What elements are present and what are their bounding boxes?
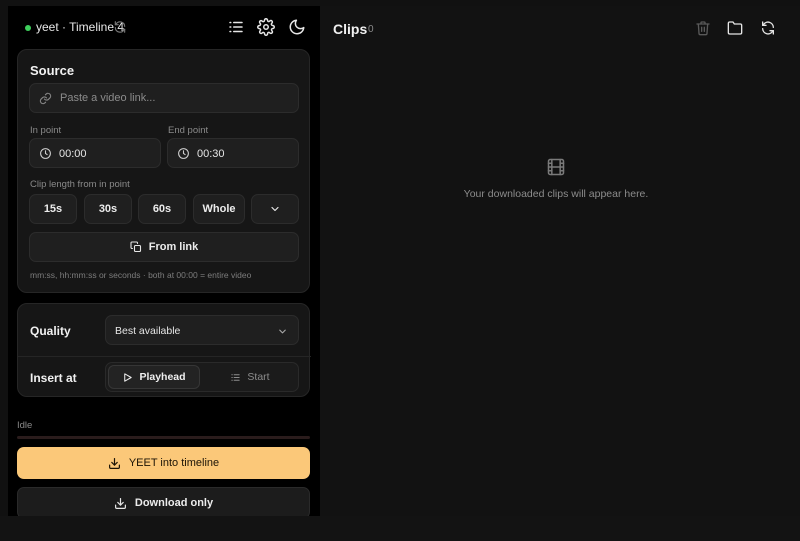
refresh-icon[interactable] xyxy=(113,20,127,34)
trash-icon[interactable] xyxy=(695,20,711,36)
time-format-hint: mm:ss, hh:mm:ss or seconds · both at 00:… xyxy=(30,270,252,280)
insert-playhead-label: Playhead xyxy=(139,371,186,383)
bottom-strip xyxy=(0,516,800,541)
film-icon xyxy=(547,158,565,176)
insert-at-label: Insert at xyxy=(30,371,77,385)
video-link-input[interactable]: Paste a video link... xyxy=(29,83,299,113)
sidebar-panel: yeet · Timeline 4 Source Paste a video l… xyxy=(8,6,320,516)
insert-start-option[interactable]: Start xyxy=(204,365,296,389)
clips-panel: Clips 0 Your downloaded clips will appea… xyxy=(320,6,800,516)
folder-icon[interactable] xyxy=(727,20,743,36)
insert-start-label: Start xyxy=(247,371,270,383)
end-point-field[interactable]: 00:30 xyxy=(167,138,299,168)
sidebar-header: yeet · Timeline 4 xyxy=(8,6,320,48)
download-icon xyxy=(108,457,120,469)
end-point-value: 00:30 xyxy=(197,148,225,160)
refresh-icon[interactable] xyxy=(760,20,776,36)
list-icon[interactable] xyxy=(227,18,245,36)
gear-icon[interactable] xyxy=(257,18,275,36)
in-point-field[interactable]: 00:00 xyxy=(29,138,161,168)
download-only-label: Download only xyxy=(134,497,214,509)
quality-label: Quality xyxy=(30,324,71,338)
clips-count: 0 xyxy=(368,24,374,35)
source-heading: Source xyxy=(30,63,75,78)
quality-value: Best available xyxy=(115,325,181,337)
empty-state-text: Your downloaded clips will appear here. xyxy=(463,188,649,200)
status-dot xyxy=(25,25,31,31)
video-link-placeholder: Paste a video link... xyxy=(60,92,156,104)
in-point-label: In point xyxy=(30,125,62,136)
play-icon xyxy=(124,372,133,382)
in-point-value: 00:00 xyxy=(59,148,87,160)
clock-icon xyxy=(40,148,51,159)
download-only-button[interactable]: Download only xyxy=(17,487,310,516)
preset-whole-button[interactable]: Whole xyxy=(193,194,245,224)
source-card: Source Paste a video link... In point En… xyxy=(17,49,310,293)
clips-title: Clips xyxy=(333,21,368,37)
chevron-down-icon xyxy=(279,329,286,334)
copy-icon xyxy=(130,241,141,253)
link-icon xyxy=(39,92,52,105)
yeet-label: YEET into timeline xyxy=(128,457,220,469)
options-card: Quality Best available Insert at Playhea… xyxy=(17,303,311,397)
app-title: yeet · Timeline 4 xyxy=(36,20,125,34)
insert-at-toggle: Playhead Start xyxy=(105,362,299,392)
preset-60s-button[interactable]: 60s xyxy=(138,194,186,224)
moon-icon[interactable] xyxy=(288,18,306,36)
divider xyxy=(18,356,311,357)
end-point-label: End point xyxy=(168,125,209,136)
list-icon xyxy=(231,373,241,381)
insert-playhead-option[interactable]: Playhead xyxy=(108,365,200,389)
download-icon xyxy=(114,497,126,509)
progress-bar xyxy=(17,436,310,439)
yeet-into-timeline-button[interactable]: YEET into timeline xyxy=(17,447,310,479)
preset-15s-button[interactable]: 15s xyxy=(29,194,77,224)
clip-length-label: Clip length from in point xyxy=(30,179,130,190)
more-presets-button[interactable] xyxy=(251,194,299,224)
quality-select[interactable]: Best available xyxy=(105,315,299,345)
from-link-button[interactable]: From link xyxy=(29,232,299,262)
chevron-down-icon xyxy=(271,206,279,212)
status-text: Idle xyxy=(17,420,33,431)
preset-30s-button[interactable]: 30s xyxy=(84,194,132,224)
clock-icon xyxy=(178,148,189,159)
from-link-label: From link xyxy=(148,241,199,253)
